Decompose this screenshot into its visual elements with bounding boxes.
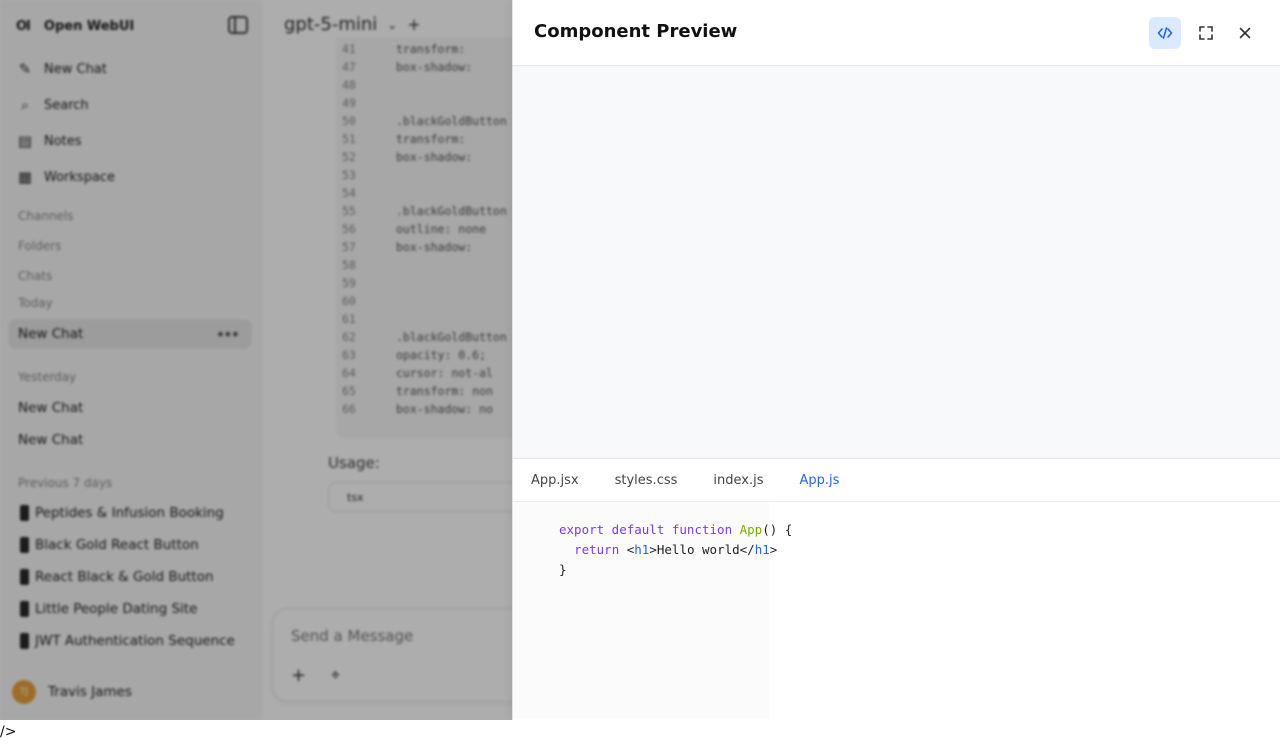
code-text: () { [762, 522, 793, 537]
code-view-button[interactable] [1149, 17, 1181, 49]
close-button[interactable] [1229, 17, 1261, 49]
code-text: > [769, 542, 778, 557]
jsx-tag: h1 [754, 542, 770, 557]
code-content[interactable]: export default function App() { return <… [559, 520, 792, 580]
code-line-3: } [559, 562, 567, 577]
code-icon [1157, 27, 1173, 39]
expand-icon [1199, 26, 1213, 40]
close-icon [1239, 27, 1251, 39]
jsx-tag: h1 [634, 542, 650, 557]
component-preview-panel: Component Preview App.jsx styles.css ind… [512, 0, 1280, 720]
code-line-2: return <h1>Hello world</h1> [559, 542, 777, 557]
panel-title: Component Preview [534, 21, 738, 42]
stray-text: /> [0, 724, 17, 740]
code-editor[interactable]: export default function App() { return <… [513, 502, 1280, 720]
keyword: export default function [559, 522, 740, 537]
tab-app-js[interactable]: App.js [799, 473, 839, 488]
tab-styles-css[interactable]: styles.css [615, 473, 678, 488]
tab-index-js[interactable]: index.js [713, 473, 763, 488]
file-tabs: App.jsx styles.css index.js App.js [513, 460, 1280, 502]
code-text: >Hello world</ [649, 542, 755, 557]
panel-header: Component Preview [513, 0, 1280, 66]
tab-app-jsx[interactable]: App.jsx [531, 473, 579, 488]
code-line-1: export default function App() { [559, 522, 792, 537]
app-window: OI Open WebUI ✎ New Chat ⌕ Search ▤ Note… [0, 0, 1280, 720]
preview-area [513, 66, 1280, 459]
function-name: App [739, 522, 763, 537]
fullscreen-button[interactable] [1190, 17, 1222, 49]
keyword: return [574, 542, 627, 557]
